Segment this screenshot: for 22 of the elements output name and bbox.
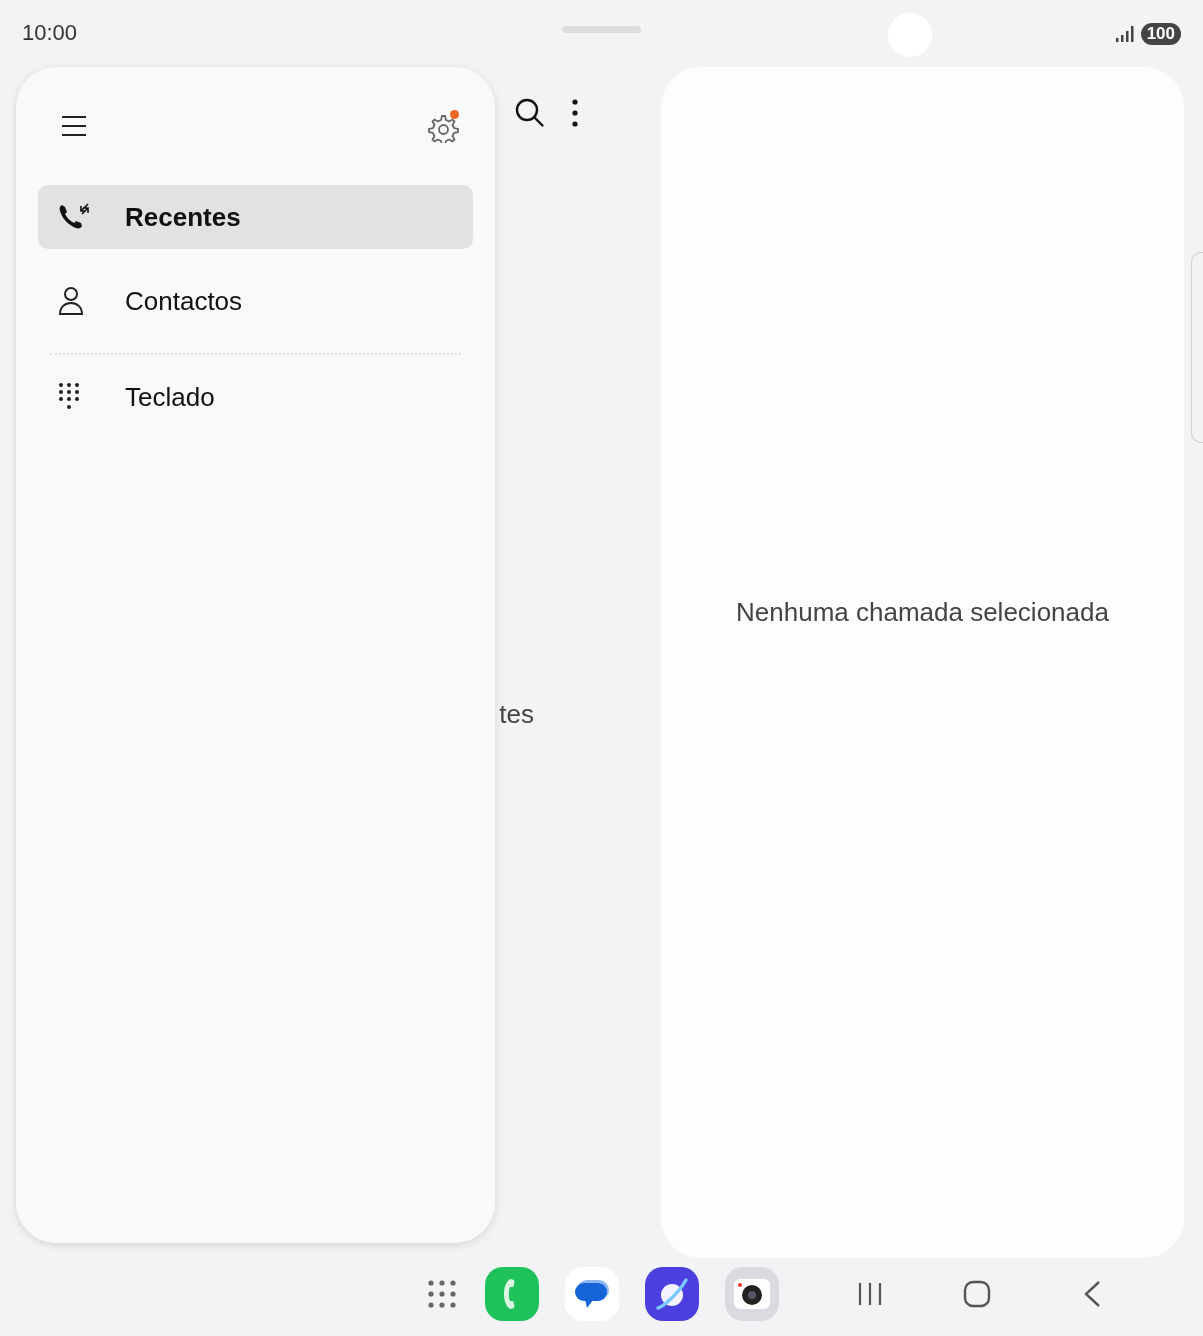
drawer-item[interactable]: Contactos [38, 269, 474, 333]
edge-panel-handle[interactable] [1191, 252, 1203, 443]
menu-icon[interactable] [60, 114, 88, 138]
apps-grid-icon[interactable] [427, 1279, 457, 1309]
status-time: 10:00 [22, 19, 78, 47]
home-icon[interactable] [963, 1280, 991, 1308]
signal-icon [1114, 24, 1135, 43]
recent-apps-icon[interactable] [857, 1281, 883, 1307]
drawer-item[interactable]: Recentes [38, 185, 474, 249]
drawer-item[interactable]: Teclado [38, 365, 474, 429]
person-icon [58, 286, 84, 316]
battery-level: 100 [1140, 22, 1181, 45]
settings-icon[interactable] [427, 109, 462, 143]
back-icon[interactable] [1083, 1280, 1101, 1308]
camera-app-icon[interactable] [725, 1267, 779, 1321]
dialpad-icon [58, 382, 80, 412]
empty-list-text: tes [499, 698, 534, 731]
search-icon[interactable] [514, 97, 547, 129]
empty-detail-text: Nenhuma chamada selecionada [736, 596, 1109, 629]
more-options-icon[interactable] [572, 99, 579, 127]
messages-app-icon[interactable] [565, 1267, 619, 1321]
browser-app-icon[interactable] [645, 1267, 699, 1321]
